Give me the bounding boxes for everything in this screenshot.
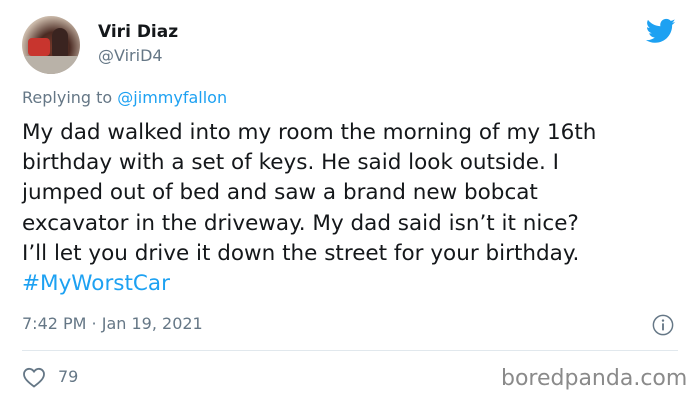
avatar[interactable] (22, 16, 80, 74)
reply-mention-link[interactable]: @jimmyfallon (117, 88, 227, 107)
avatar-detail (22, 56, 80, 74)
tweet-line: birthday with a set of keys. He said loo… (22, 150, 560, 176)
reply-context: Replying to @jimmyfallon (22, 88, 227, 107)
tweet-line: My dad walked into my room the morning o… (22, 120, 597, 145)
divider (22, 350, 678, 351)
hashtag-link[interactable]: #MyWorstCar (22, 269, 682, 299)
watermark: boredpanda.com (501, 366, 688, 391)
avatar-detail (52, 28, 68, 58)
reply-prefix: Replying to (22, 88, 118, 107)
tweet-line: excavator in the driveway. My dad said i… (22, 210, 579, 236)
twitter-bird-icon[interactable] (644, 16, 678, 46)
tweet-line: I’ll let you drive it down the street fo… (22, 240, 580, 266)
like-count: 79 (58, 367, 79, 386)
tweet-text: My dad walked into my room the morning o… (22, 118, 682, 299)
heart-icon[interactable] (22, 366, 46, 388)
info-icon[interactable] (652, 314, 674, 336)
author-name[interactable]: Viri Diaz (98, 22, 178, 42)
avatar-detail (28, 38, 50, 56)
author-handle[interactable]: @ViriD4 (98, 46, 163, 65)
tweet-line: jumped out of bed and saw a brand new bo… (22, 180, 538, 206)
tweet-timestamp[interactable]: 7:42 PM · Jan 19, 2021 (22, 314, 203, 333)
